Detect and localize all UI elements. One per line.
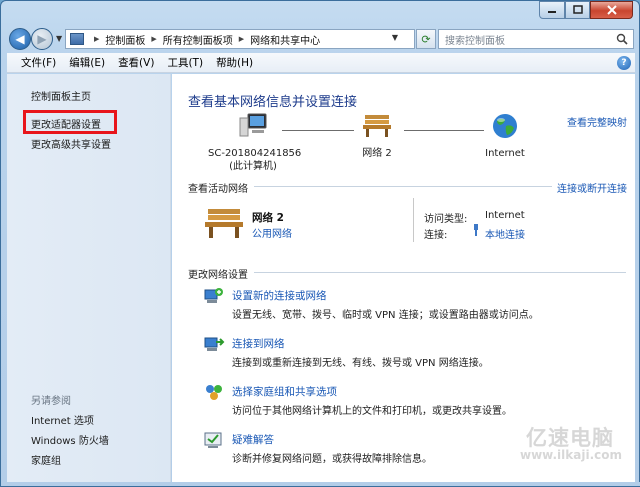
breadcrumb-chevron-icon[interactable]: ▶ xyxy=(151,35,156,43)
connection-label: 连接: xyxy=(424,230,448,241)
section-divider xyxy=(254,186,552,187)
close-icon xyxy=(606,5,617,15)
task-connect-network-desc: 连接到或重新连接到无线、有线、拨号或 VPN 网络连接。 xyxy=(232,358,489,369)
connector-line xyxy=(404,130,484,131)
search-placeholder: 搜索控制面板 xyxy=(445,35,505,47)
breadcrumb-chevron-icon[interactable]: ▶ xyxy=(94,35,99,43)
menu-bar: 文件(F) 编辑(E) 查看(V) 工具(T) 帮助(H) ? xyxy=(7,53,635,73)
search-input[interactable]: 搜索控制面板 xyxy=(438,29,634,49)
bench-icon xyxy=(205,209,243,238)
back-button[interactable]: ◀ xyxy=(9,28,31,50)
breadcrumb: 控制面板 ▶ 所有控制面板项 ▶ 网络和共享中心 xyxy=(105,32,320,47)
task-troubleshoot-desc: 诊断并修复网络问题，或获得故障排除信息。 xyxy=(232,454,432,465)
help-button[interactable]: ? xyxy=(617,56,631,70)
forward-arrow-icon: ▶ xyxy=(37,32,47,46)
sidebar-adapter-link[interactable]: 更改适配器设置 xyxy=(31,116,101,131)
sidebar: 控制面板主页 更改适配器设置 更改高级共享设置 另请参阅 Internet 选项… xyxy=(7,74,171,484)
back-arrow-icon: ◀ xyxy=(15,32,25,46)
connect-disconnect-link[interactable]: 连接或断开连接 xyxy=(557,180,627,195)
menu-tools[interactable]: 工具(T) xyxy=(167,55,203,70)
maximize-button[interactable] xyxy=(565,1,590,19)
computer-subtitle: (此计算机) xyxy=(229,161,277,172)
sidebar-homegroup-link[interactable]: 家庭组 xyxy=(31,452,61,467)
computer-icon xyxy=(239,113,267,137)
troubleshoot-icon xyxy=(204,432,222,448)
control-panel-icon xyxy=(70,33,84,45)
homegroup-icon xyxy=(206,385,222,400)
access-type-value: Internet xyxy=(485,210,525,221)
breadcrumb-all-items[interactable]: 所有控制面板项 xyxy=(163,32,233,47)
sidebar-home-link[interactable]: 控制面板主页 xyxy=(31,88,91,103)
connect-network-icon xyxy=(204,337,225,351)
ethernet-icon xyxy=(474,224,478,236)
watermark-url: www.ilkaji.com xyxy=(520,448,622,462)
new-connection-icon xyxy=(204,288,223,303)
refresh-button[interactable]: ⟳ xyxy=(416,29,436,49)
menu-help[interactable]: 帮助(H) xyxy=(216,55,253,70)
internet-node-label: Internet xyxy=(485,148,525,159)
task-connect-network-link[interactable]: 连接到网络 xyxy=(232,336,285,351)
network-node-label: 网络 2 xyxy=(362,148,392,159)
window: ◀ ▶ ▼ ▶ 控制面板 ▶ 所有控制面板项 ▶ 网络和共享中心 ▼ ⟳ 搜索控… xyxy=(0,0,640,487)
minimize-icon xyxy=(548,11,556,13)
window-bottom-edge xyxy=(1,482,640,486)
internet-node[interactable]: Internet xyxy=(475,112,535,160)
task-troubleshoot-link[interactable]: 疑难解答 xyxy=(232,432,274,447)
sidebar-advanced-sharing-link[interactable]: 更改高级共享设置 xyxy=(31,136,111,151)
search-icon[interactable] xyxy=(616,33,628,45)
minimize-button[interactable] xyxy=(539,1,565,19)
maximize-icon xyxy=(572,5,583,14)
menu-file[interactable]: 文件(F) xyxy=(21,55,56,70)
page-title: 查看基本网络信息并设置连接 xyxy=(188,95,358,110)
refresh-icon: ⟳ xyxy=(421,32,431,46)
address-bar[interactable]: ▶ 控制面板 ▶ 所有控制面板项 ▶ 网络和共享中心 ▼ xyxy=(65,29,415,49)
bench-icon xyxy=(363,115,391,137)
network-node[interactable]: 网络 2 xyxy=(352,112,402,160)
address-dropdown-icon[interactable]: ▼ xyxy=(392,33,398,42)
close-button[interactable] xyxy=(590,1,633,19)
help-icon: ? xyxy=(621,58,627,68)
sidebar-internet-options-link[interactable]: Internet 选项 xyxy=(31,412,94,427)
task-homegroup-desc: 访问位于其他网络计算机上的文件和打印机，或更改共享设置。 xyxy=(232,406,512,417)
task-homegroup-link[interactable]: 选择家庭组和共享选项 xyxy=(232,384,337,399)
task-new-connection-link[interactable]: 设置新的连接或网络 xyxy=(232,288,327,303)
sidebar-firewall-link[interactable]: Windows 防火墙 xyxy=(31,432,109,447)
computer-node: SC-201804241856 (此计算机) xyxy=(208,112,302,173)
globe-icon xyxy=(493,114,517,138)
history-dropdown-icon[interactable]: ▼ xyxy=(56,34,62,43)
local-connection-link[interactable]: 本地连接 xyxy=(485,226,525,241)
menu-view[interactable]: 查看(V) xyxy=(118,55,154,70)
vertical-divider xyxy=(413,198,414,242)
caption-buttons xyxy=(539,1,633,19)
breadcrumb-network-center[interactable]: 网络和共享中心 xyxy=(250,32,320,47)
active-network-name: 网络 2 xyxy=(252,212,284,224)
active-network-icon xyxy=(204,207,244,242)
see-also-heading: 另请参阅 xyxy=(31,396,71,407)
active-network-heading: 查看活动网络 xyxy=(188,184,248,195)
task-new-connection-desc: 设置无线、宽带、拨号、临时或 VPN 连接；或设置路由器或访问点。 xyxy=(232,310,539,321)
access-type-label: 访问类型: xyxy=(424,214,468,225)
breadcrumb-control-panel[interactable]: 控制面板 xyxy=(105,32,145,47)
menu-edit[interactable]: 编辑(E) xyxy=(69,55,105,70)
section-divider xyxy=(254,272,626,273)
network-type-link[interactable]: 公用网络 xyxy=(252,225,292,240)
full-map-link[interactable]: 查看完整映射 xyxy=(567,114,627,129)
connector-line xyxy=(282,130,354,131)
computer-name: SC-201804241856 xyxy=(208,148,302,159)
breadcrumb-chevron-icon[interactable]: ▶ xyxy=(239,35,244,43)
forward-button[interactable]: ▶ xyxy=(31,28,53,50)
change-settings-heading: 更改网络设置 xyxy=(188,270,248,281)
